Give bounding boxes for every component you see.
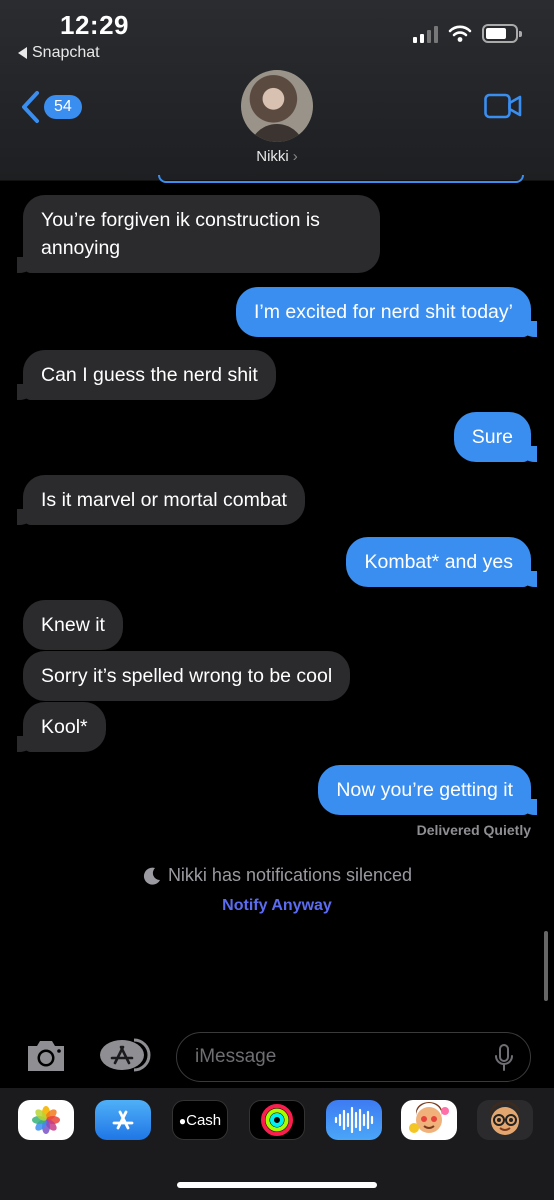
fitness-app-button[interactable]: [249, 1100, 305, 1140]
message-bubble-incoming[interactable]: Kool*: [17, 702, 106, 752]
focus-status-text: Nikki has notifications silenced: [167, 865, 413, 885]
message-bubble-outgoing[interactable]: Now you’re getting it: [318, 765, 537, 815]
memoji-stickers-button[interactable]: [401, 1100, 457, 1140]
message-bubble-outgoing[interactable]: Sure: [453, 412, 538, 462]
facetime-video-icon[interactable]: [484, 93, 522, 119]
unread-count-badge: 54: [44, 95, 82, 119]
composer-bar: [0, 1030, 554, 1088]
activity-rings-icon: [261, 1104, 293, 1136]
chevron-left-icon: [22, 91, 39, 123]
app-store-button[interactable]: [95, 1100, 151, 1140]
apple-cash-icon: ●Cash: [178, 1111, 222, 1129]
audio-message-button[interactable]: [326, 1100, 382, 1140]
imessage-input[interactable]: [176, 1032, 531, 1082]
microphone-icon[interactable]: [494, 1044, 514, 1072]
audio-waveform-icon: [334, 1106, 374, 1134]
cellular-signal-icon: [413, 25, 438, 43]
notify-anyway-button[interactable]: Notify Anyway: [0, 897, 554, 915]
message-bubble-incoming[interactable]: Is it marvel or mortal combat: [17, 475, 305, 525]
photos-app-button[interactable]: [18, 1100, 74, 1140]
animoji-icon: [490, 1101, 520, 1135]
status-time: 12:29: [60, 10, 129, 40]
apple-cash-button[interactable]: ●Cash: [172, 1100, 228, 1140]
conversation-header: 12:29 Snapchat 54 Nikki ›: [0, 0, 554, 181]
message-bubble-incoming[interactable]: Sorry it’s spelled wrong to be cool: [23, 651, 351, 701]
back-button[interactable]: 54: [20, 90, 82, 124]
apple-cash-label: Cash: [186, 1111, 222, 1129]
back-triangle-icon: [18, 47, 27, 59]
previous-message-edge: [158, 175, 524, 183]
delivery-status: Delivered Quietly: [416, 822, 531, 838]
status-icons: [413, 24, 522, 43]
home-indicator[interactable]: [177, 1182, 377, 1188]
contact-avatar[interactable]: [241, 70, 313, 142]
animoji-button[interactable]: [477, 1100, 533, 1140]
message-bubble-incoming[interactable]: You’re forgiven ik construction is annoy…: [17, 195, 380, 273]
back-app-label: Snapchat: [32, 44, 100, 61]
wifi-icon: [448, 25, 472, 42]
scrollbar[interactable]: [544, 931, 548, 1001]
chevron-right-icon: ›: [292, 148, 298, 165]
message-bubble-incoming[interactable]: Knew it: [23, 600, 123, 650]
focus-status-notice: Nikki has notifications silenced: [0, 865, 554, 886]
memoji-icon: [409, 1102, 449, 1133]
contact-name-button[interactable]: Nikki ›: [0, 148, 554, 165]
battery-icon: [482, 24, 522, 43]
camera-icon[interactable]: [24, 1038, 68, 1074]
message-bubble-incoming[interactable]: Can I guess the nerd shit: [17, 350, 276, 400]
message-bubble-outgoing[interactable]: Kombat* and yes: [346, 537, 537, 587]
back-to-app-link[interactable]: Snapchat: [18, 44, 100, 62]
message-bubble-outgoing[interactable]: I’m excited for nerd shit today’: [235, 287, 538, 337]
photos-icon: [32, 1106, 60, 1134]
app-store-apps-icon[interactable]: [98, 1038, 152, 1072]
app-drawer: ●Cash: [0, 1088, 554, 1200]
app-store-icon: [112, 1110, 134, 1130]
moon-icon: [143, 867, 160, 885]
contact-name: Nikki: [256, 148, 289, 165]
message-thread[interactable]: You’re forgiven ik construction is annoy…: [0, 175, 554, 1031]
